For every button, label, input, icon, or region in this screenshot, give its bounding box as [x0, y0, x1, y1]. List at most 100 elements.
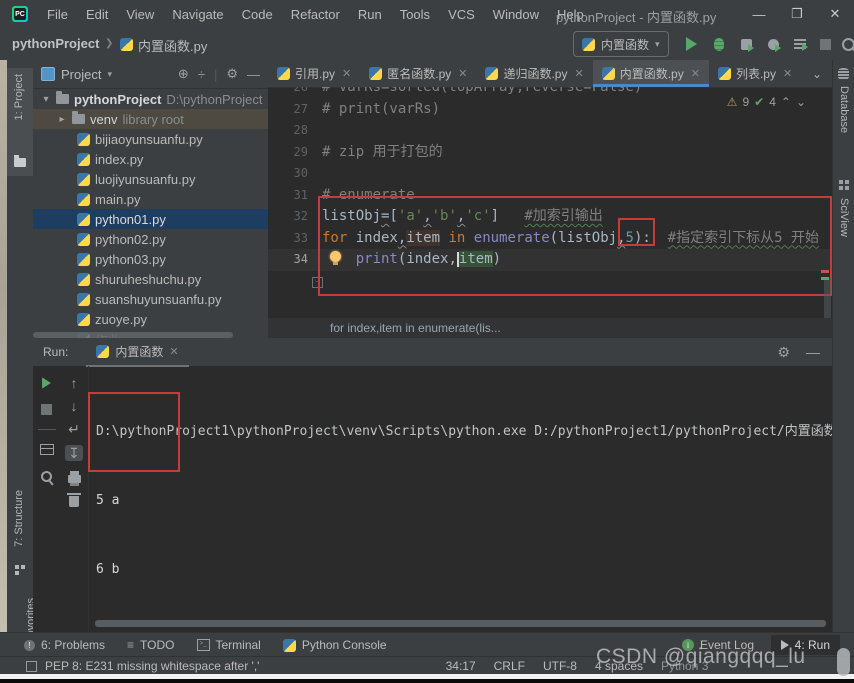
locate-file-icon[interactable]: ⊕ — [178, 66, 189, 82]
menu-refactor[interactable]: Refactor — [282, 7, 349, 22]
tab-file[interactable]: 匿名函数.py✕ — [360, 60, 476, 87]
breadcrumb-project[interactable]: pythonProject — [12, 36, 99, 51]
tree-item-file-selected[interactable]: python01.py — [33, 209, 268, 229]
code-line[interactable]: 32listObj=['a','b','c'] #加索引输出 — [268, 206, 832, 228]
menu-window[interactable]: Window — [484, 7, 548, 22]
tree-item-file[interactable]: zuoye.py — [33, 309, 268, 329]
next-problem-icon[interactable]: ⌄ — [796, 95, 806, 109]
search-everywhere-button[interactable] — [840, 36, 854, 52]
tool-stripe-structure[interactable]: 7: Structure — [13, 490, 25, 547]
minimize-button[interactable]: — — [742, 0, 776, 28]
menu-edit[interactable]: Edit — [77, 7, 117, 22]
tab-file[interactable]: 引用.py✕ — [268, 60, 360, 87]
soft-wrap-button[interactable]: ↵ — [68, 422, 80, 436]
close-button[interactable]: ✕ — [818, 0, 852, 28]
status-message[interactable]: PEP 8: E231 missing whitespace after ',' — [45, 659, 259, 673]
tree-item-file[interactable]: main.py — [33, 189, 268, 209]
pin-tab-button[interactable] — [39, 469, 54, 484]
hide-panel-icon[interactable]: — — [806, 344, 820, 360]
hide-panel-icon[interactable]: — — [247, 67, 260, 82]
toolwindow-problems[interactable]: !6: Problems — [24, 638, 105, 652]
run-configuration-select[interactable]: 内置函数 ▾ — [573, 31, 669, 57]
up-stacktrace-button[interactable]: ↑ — [71, 376, 78, 390]
tool-stripe-sciview[interactable]: SciView — [838, 198, 850, 237]
restore-layout-button[interactable] — [40, 444, 54, 455]
tree-item-file[interactable]: bijiaoyunsuanfu.py — [33, 129, 268, 149]
tree-item-file[interactable]: luojiyunsuanfu.py — [33, 169, 268, 189]
maximize-button[interactable]: ❐ — [780, 0, 814, 28]
run-with-coverage-button[interactable] — [738, 36, 754, 52]
console-horizontal-scrollbar[interactable] — [95, 620, 826, 627]
file-label: python01.py — [95, 212, 166, 227]
line-separator[interactable]: CRLF — [494, 659, 525, 673]
run-tab[interactable]: 内置函数 ✕ — [86, 337, 188, 367]
inspections-widget[interactable]: ⚠ 9 ✔ 4 ⌃ ⌄ — [727, 95, 806, 109]
debug-button[interactable] — [711, 36, 727, 52]
menu-file[interactable]: File — [38, 7, 77, 22]
tab-file[interactable]: 列表.py✕ — [709, 60, 801, 87]
code-line[interactable]: 31# enumerate — [268, 185, 832, 207]
breadcrumb-file[interactable]: 内置函数.py — [138, 36, 207, 55]
run-button[interactable] — [683, 36, 699, 52]
clear-console-button[interactable] — [69, 496, 79, 507]
gear-icon[interactable]: ⚙ — [226, 66, 238, 82]
close-icon[interactable]: ✕ — [574, 67, 583, 80]
file-encoding[interactable]: UTF-8 — [543, 659, 577, 673]
editor-body[interactable]: 26# varRs=sorted(topArray,reverse=False)… — [268, 87, 832, 318]
project-panel-title[interactable]: Project — [61, 67, 101, 82]
menu-run[interactable]: Run — [349, 7, 391, 22]
menu-vcs[interactable]: VCS — [439, 7, 484, 22]
stop-button[interactable] — [41, 404, 52, 415]
tool-stripe-project[interactable]: 1: Project — [13, 74, 25, 120]
print-button[interactable] — [68, 475, 81, 483]
code-line[interactable]: 30 — [268, 163, 832, 185]
hidden-tabs-chevron-icon[interactable]: ⌄ — [812, 67, 832, 81]
stop-button[interactable] — [817, 36, 833, 52]
close-icon[interactable]: ✕ — [783, 67, 792, 80]
menu-navigate[interactable]: Navigate — [163, 7, 232, 22]
rerun-button[interactable] — [42, 377, 51, 388]
divider: | — [214, 67, 217, 82]
code-line[interactable]: 28 — [268, 120, 832, 142]
editor-scrollbar[interactable] — [824, 277, 831, 318]
close-icon[interactable]: ✕ — [458, 67, 467, 80]
menu-code[interactable]: Code — [233, 7, 282, 22]
error-stripe-mark-green[interactable] — [821, 277, 829, 280]
toolwindow-terminal[interactable]: >_Terminal — [197, 638, 261, 652]
intention-bulb-icon[interactable] — [330, 251, 341, 262]
run-toolbar-left — [33, 366, 60, 632]
tree-item-file[interactable]: python03.py — [33, 249, 268, 269]
tree-item-venv[interactable]: ▸ venv library root — [33, 109, 268, 129]
prev-problem-icon[interactable]: ⌃ — [781, 95, 791, 109]
code-line[interactable]: 33for index,item in enumerate(listObj,5)… — [268, 228, 832, 250]
code-line-current[interactable]: 34 print(index,item) — [268, 249, 832, 271]
tool-stripe-database[interactable]: Database — [838, 86, 850, 133]
tree-item-file[interactable]: suanshuyunsuanfu.py — [33, 289, 268, 309]
tree-item-root[interactable]: ▾ pythonProject D:\pythonProject — [33, 89, 268, 109]
toolwindow-todo[interactable]: ≡TODO — [127, 638, 174, 652]
error-stripe-mark-red[interactable] — [821, 270, 829, 273]
tab-file[interactable]: 递归函数.py✕ — [476, 60, 592, 87]
fold-marker-icon[interactable]: − — [312, 277, 323, 288]
menu-view[interactable]: View — [117, 7, 163, 22]
down-stacktrace-button[interactable]: ↓ — [71, 399, 78, 413]
menu-tools[interactable]: Tools — [391, 7, 439, 22]
close-icon[interactable]: ✕ — [691, 67, 700, 80]
caret-position[interactable]: 34:17 — [446, 659, 476, 673]
collapse-all-icon[interactable]: ÷ — [198, 67, 205, 82]
tree-item-file[interactable]: python02.py — [33, 229, 268, 249]
profile-button[interactable] — [765, 36, 781, 52]
run-with-options-button[interactable] — [792, 36, 808, 52]
close-icon[interactable]: ✕ — [342, 67, 351, 80]
toolwindow-toggle-icon[interactable] — [26, 661, 37, 672]
code-line[interactable]: 29# zip 用于打包的 — [268, 142, 832, 164]
tab-file-active[interactable]: 内置函数.py✕ — [593, 60, 709, 87]
python-icon — [582, 38, 595, 51]
toolwindow-python-console[interactable]: Python Console — [283, 638, 387, 652]
scroll-to-end-button[interactable]: ↧ — [65, 445, 83, 461]
tree-item-file[interactable]: shuruheshuchu.py — [33, 269, 268, 289]
tree-item-file[interactable]: index.py — [33, 149, 268, 169]
gear-icon[interactable]: ⚙ — [777, 344, 790, 361]
run-console[interactable]: D:\pythonProject1\pythonProject\venv\Scr… — [88, 366, 832, 632]
close-icon[interactable]: ✕ — [169, 345, 178, 358]
